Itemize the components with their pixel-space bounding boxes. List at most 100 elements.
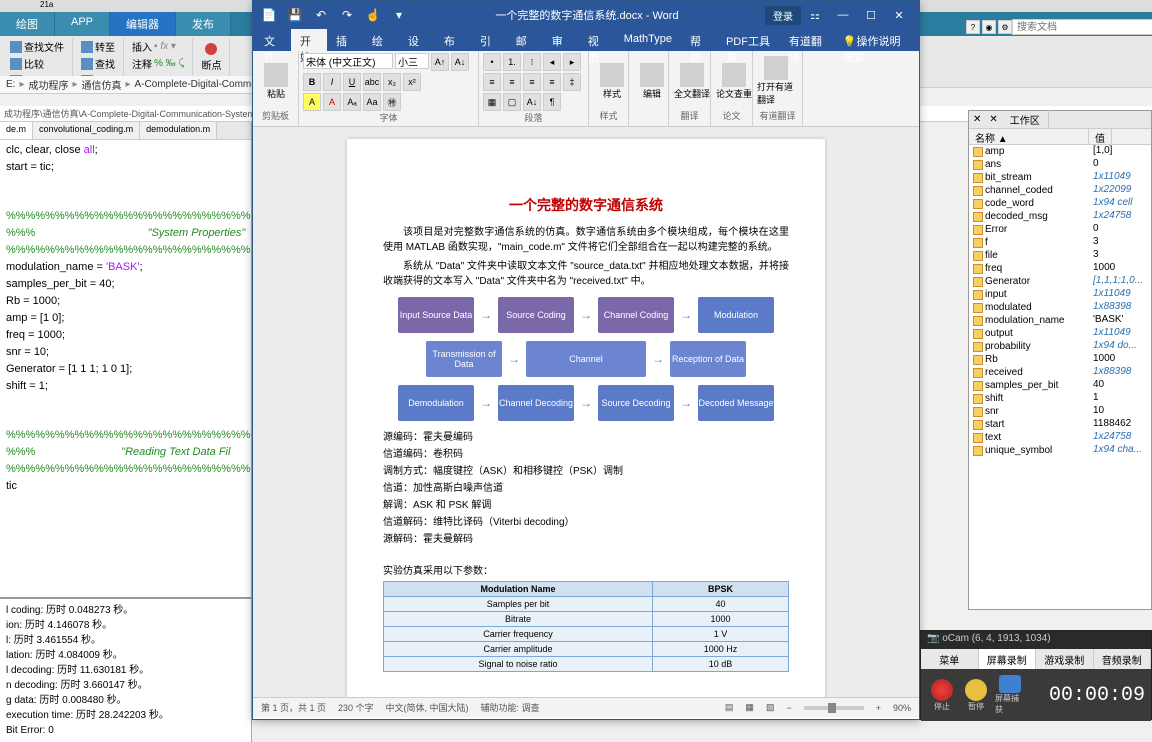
minimize-button[interactable]: — bbox=[829, 5, 857, 25]
ws-col-name[interactable]: 名称 ▲ bbox=[969, 129, 1089, 144]
qat-more-icon[interactable]: ▾ bbox=[389, 5, 409, 25]
path-1[interactable]: 成功程序 bbox=[28, 77, 68, 92]
touch-icon[interactable]: ☝ bbox=[363, 5, 383, 25]
menu-review[interactable]: 审阅 bbox=[543, 29, 579, 51]
ws-row[interactable]: freq1000 bbox=[969, 262, 1151, 275]
sup[interactable]: x² bbox=[403, 73, 421, 91]
search-input[interactable] bbox=[1012, 19, 1152, 35]
menu-design[interactable]: 设计 bbox=[399, 29, 435, 51]
help-icon[interactable]: ? bbox=[966, 20, 980, 34]
menu-ref[interactable]: 引用 bbox=[471, 29, 507, 51]
shading[interactable]: ▦ bbox=[483, 93, 501, 111]
status-words[interactable]: 230 个字 bbox=[338, 701, 374, 714]
indent-dec[interactable]: ◂ bbox=[543, 53, 561, 71]
menu-help[interactable]: 帮助 bbox=[681, 29, 717, 51]
ws-row[interactable]: channel_coded1x22099 bbox=[969, 184, 1151, 197]
comment[interactable]: 注释 % ‰ ⤹ bbox=[128, 55, 188, 72]
menu-tell[interactable]: 💡操作说明搜索 bbox=[834, 29, 917, 51]
menu-draw[interactable]: 绘图 bbox=[363, 29, 399, 51]
show-marks[interactable]: ¶ bbox=[543, 93, 561, 111]
font-name[interactable] bbox=[303, 53, 393, 69]
ws-row[interactable]: amp[1,0] bbox=[969, 145, 1151, 158]
bullets[interactable]: • bbox=[483, 53, 501, 71]
zoom-pct[interactable]: 90% bbox=[893, 703, 911, 713]
status-page[interactable]: 第 1 页，共 1 页 bbox=[261, 701, 326, 714]
highlight[interactable]: A bbox=[303, 93, 321, 111]
indent-inc[interactable]: ▸ bbox=[563, 53, 581, 71]
view-web-icon[interactable]: ▧ bbox=[766, 702, 775, 713]
login-button[interactable]: 登录 bbox=[765, 6, 801, 25]
ws-x2[interactable]: ✕ bbox=[985, 114, 1001, 125]
line-space[interactable]: ‡ bbox=[563, 73, 581, 91]
sort[interactable]: A↓ bbox=[523, 93, 541, 111]
font-color[interactable]: A bbox=[323, 93, 341, 111]
word-page[interactable]: 一个完整的数字通信系统 该项目是对完整数字通信系统的仿真。数字通信系统由多个模块… bbox=[347, 139, 825, 697]
ws-row[interactable]: ans0 bbox=[969, 158, 1151, 171]
numbers[interactable]: 1. bbox=[503, 53, 521, 71]
ws-row[interactable]: received1x88398 bbox=[969, 366, 1151, 379]
align-r[interactable]: ≡ bbox=[523, 73, 541, 91]
align-c[interactable]: ≡ bbox=[503, 73, 521, 91]
path-2[interactable]: 通信仿真 bbox=[82, 77, 122, 92]
ws-row[interactable]: samples_per_bit40 bbox=[969, 379, 1151, 392]
tab-plot[interactable]: 绘图 bbox=[0, 12, 55, 36]
ws-row[interactable]: Rb1000 bbox=[969, 353, 1151, 366]
menu-home[interactable]: 开始 bbox=[291, 29, 327, 51]
ws-row[interactable]: text1x24758 bbox=[969, 431, 1151, 444]
ocam-pause[interactable]: 暂停 bbox=[961, 675, 991, 715]
ocam-tab-menu[interactable]: 菜单 bbox=[921, 649, 979, 669]
bold[interactable]: B bbox=[303, 73, 321, 91]
multilevel[interactable]: ⁝ bbox=[523, 53, 541, 71]
font-size[interactable] bbox=[395, 53, 429, 69]
ocam-tab-audio[interactable]: 音频录制 bbox=[1094, 649, 1152, 669]
edit-button[interactable]: 编辑 bbox=[633, 53, 671, 109]
plagiarism-button[interactable]: 论文查重 bbox=[715, 53, 753, 109]
ocam-tab-game[interactable]: 游戏录制 bbox=[1036, 649, 1094, 669]
ws-row[interactable]: bit_stream1x11049 bbox=[969, 171, 1151, 184]
menu-youdao[interactable]: 有道翻译 bbox=[780, 29, 834, 51]
menu-file[interactable]: 文件 bbox=[255, 29, 291, 51]
view-print-icon[interactable]: ▦ bbox=[745, 702, 754, 713]
code-body[interactable]: clc, clear, close all; start = tic; %%%%… bbox=[0, 140, 251, 597]
menu-layout[interactable]: 布局 bbox=[435, 29, 471, 51]
command-output[interactable]: l coding: 历时 0.048273 秒。 ion: 历时 4.14607… bbox=[0, 597, 251, 742]
find-files[interactable]: 查找文件 bbox=[6, 38, 68, 55]
ws-row[interactable]: Generator[1,1,1;1,0... bbox=[969, 275, 1151, 288]
ws-row[interactable]: unique_symbol1x94 cha... bbox=[969, 444, 1151, 457]
ocam-tab-screen[interactable]: 屏幕录制 bbox=[979, 649, 1037, 669]
goto[interactable]: 转至 bbox=[77, 38, 119, 55]
menu-view[interactable]: 视图 bbox=[579, 29, 615, 51]
tab-de[interactable]: de.m bbox=[0, 122, 33, 139]
strike[interactable]: abc bbox=[363, 73, 381, 91]
zoom-in[interactable]: + bbox=[876, 703, 881, 713]
word-titlebar[interactable]: 📄 💾 ↶ ↷ ☝ ▾ 一个完整的数字通信系统.docx - Word 登录 ⚏… bbox=[253, 1, 919, 29]
ws-row[interactable]: input1x11049 bbox=[969, 288, 1151, 301]
word-page-area[interactable]: 一个完整的数字通信系统 该项目是对完整数字通信系统的仿真。数字通信系统由多个模块… bbox=[253, 127, 919, 697]
menu-insert[interactable]: 插入 bbox=[327, 29, 363, 51]
ribbon-opts-icon[interactable]: ⚏ bbox=[801, 5, 829, 25]
ws-row[interactable]: start1188462 bbox=[969, 418, 1151, 431]
compare[interactable]: 比较 bbox=[6, 55, 68, 72]
zoom-out[interactable]: − bbox=[786, 703, 791, 713]
align-j[interactable]: ≡ bbox=[543, 73, 561, 91]
ws-x1[interactable]: ✕ bbox=[969, 114, 985, 125]
redo-icon[interactable]: ↷ bbox=[337, 5, 357, 25]
ocam-stop[interactable]: 停止 bbox=[927, 675, 957, 715]
maximize-button[interactable]: ☐ bbox=[857, 5, 885, 25]
insert[interactable]: 插入 ▪ fx ▾ bbox=[128, 38, 188, 55]
paste-button[interactable]: 粘贴 bbox=[257, 53, 295, 109]
zoom-slider[interactable] bbox=[804, 706, 864, 710]
ws-row[interactable]: modulation_name'BASK' bbox=[969, 314, 1151, 327]
fulltrans-button[interactable]: 全文翻译 bbox=[673, 53, 711, 109]
ocam-capture[interactable]: 屏幕捕获 bbox=[995, 675, 1025, 715]
ws-row[interactable]: Error0 bbox=[969, 223, 1151, 236]
tab-publish[interactable]: 发布 bbox=[176, 12, 231, 36]
workspace-tab[interactable]: 工作区 bbox=[1002, 110, 1049, 129]
ws-row[interactable]: snr10 bbox=[969, 405, 1151, 418]
undo-icon[interactable]: ↶ bbox=[311, 5, 331, 25]
italic[interactable]: I bbox=[323, 73, 341, 91]
clear-fmt[interactable]: Aₐ bbox=[343, 93, 361, 111]
status-lang[interactable]: 中文(简体, 中国大陆) bbox=[386, 701, 469, 714]
underline[interactable]: U bbox=[343, 73, 361, 91]
styles-button[interactable]: 样式 bbox=[593, 53, 631, 109]
